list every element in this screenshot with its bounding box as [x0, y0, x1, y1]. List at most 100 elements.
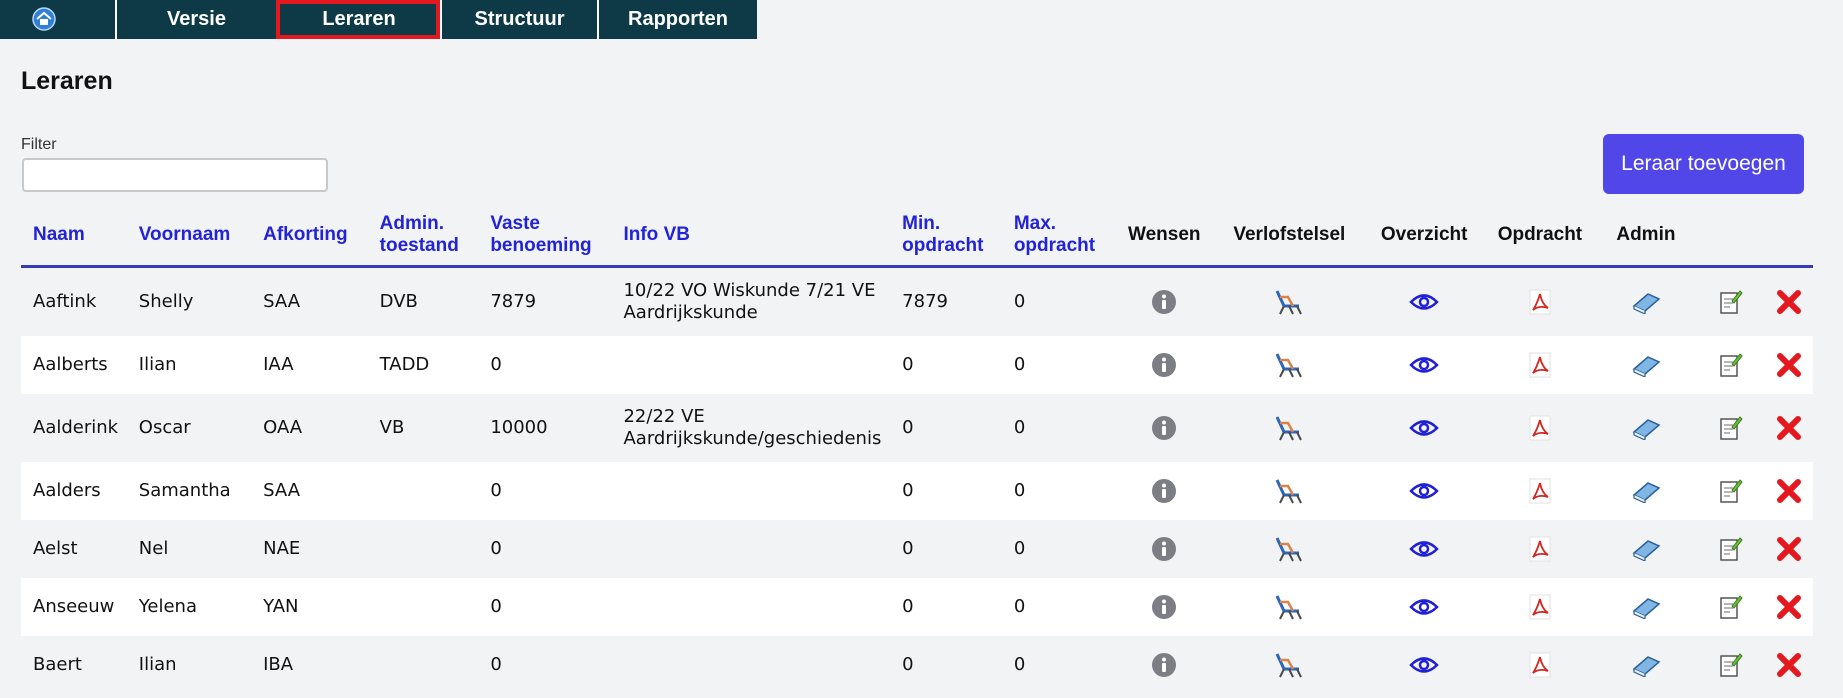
cell-opdracht: [1486, 535, 1594, 563]
header-admin-toestand[interactable]: Admin. toestand: [368, 213, 479, 257]
cell-max-opdracht: 0: [1013, 291, 1026, 312]
pdf-icon[interactable]: [1527, 651, 1553, 679]
cell-naam: Aalberts: [33, 354, 108, 375]
cell-naam: Aelst: [33, 538, 78, 559]
cell-wensen: [1113, 478, 1217, 504]
pdf-icon[interactable]: [1527, 288, 1553, 316]
book-icon[interactable]: [1631, 595, 1661, 619]
eye-icon[interactable]: [1409, 596, 1439, 618]
delete-icon[interactable]: [1776, 652, 1802, 678]
nav-tab-structuur[interactable]: Structuur: [440, 0, 597, 39]
cell-verlofstelsel: [1216, 535, 1363, 563]
edit-icon[interactable]: [1719, 536, 1743, 562]
nav-tab-leraren[interactable]: Leraren: [276, 0, 440, 39]
eye-icon[interactable]: [1409, 654, 1439, 676]
cell-delete: [1764, 652, 1813, 678]
cell-afkorting: OAA: [263, 417, 303, 438]
table-row: Aalberts Ilian IAA TADD 0 0 0: [21, 336, 1813, 394]
info-icon[interactable]: [1151, 289, 1177, 315]
pdf-icon[interactable]: [1527, 477, 1553, 505]
book-icon[interactable]: [1631, 353, 1661, 377]
beach-chair-icon[interactable]: [1273, 288, 1305, 316]
header-naam[interactable]: Naam: [21, 224, 127, 246]
cell-voornaam: Yelena: [138, 596, 197, 617]
cell-admin: [1594, 595, 1698, 619]
book-icon[interactable]: [1631, 537, 1661, 561]
cell-afkorting: NAE: [263, 538, 301, 559]
info-icon[interactable]: [1151, 478, 1177, 504]
header-max-opdracht[interactable]: Max. opdracht: [1002, 213, 1113, 257]
add-teacher-button[interactable]: Leraar toevoegen: [1603, 134, 1804, 194]
cell-overzicht: [1363, 417, 1486, 439]
delete-icon[interactable]: [1776, 478, 1802, 504]
cell-min-opdracht: 0: [902, 417, 914, 438]
cell-naam: Aaftink: [33, 291, 97, 312]
delete-icon[interactable]: [1776, 289, 1802, 315]
info-icon[interactable]: [1151, 415, 1177, 441]
cell-naam: Anseeuw: [33, 596, 115, 617]
pdf-icon[interactable]: [1527, 351, 1553, 379]
nav-tab-versie[interactable]: Versie: [115, 0, 276, 39]
cell-edit: [1698, 289, 1764, 315]
book-icon[interactable]: [1631, 653, 1661, 677]
pdf-icon[interactable]: [1527, 414, 1553, 442]
cell-edit: [1698, 536, 1764, 562]
edit-icon[interactable]: [1719, 478, 1743, 504]
teachers-table: Naam Voornaam Afkorting Admin. toestand …: [21, 205, 1813, 694]
cell-verlofstelsel: [1216, 651, 1363, 679]
info-icon[interactable]: [1151, 594, 1177, 620]
cell-max-opdracht: 0: [1013, 354, 1026, 375]
book-icon[interactable]: [1631, 416, 1661, 440]
delete-icon[interactable]: [1776, 352, 1802, 378]
edit-icon[interactable]: [1719, 415, 1743, 441]
edit-icon[interactable]: [1719, 289, 1743, 315]
edit-icon[interactable]: [1719, 652, 1743, 678]
eye-icon[interactable]: [1409, 538, 1439, 560]
header-vaste-benoeming[interactable]: Vaste benoeming: [478, 213, 611, 257]
beach-chair-icon[interactable]: [1273, 651, 1305, 679]
cell-info-vb: 10/22 VO Wiskunde 7/21 VE Aardrijkskunde: [623, 280, 876, 323]
cell-edit: [1698, 415, 1764, 441]
pdf-icon[interactable]: [1527, 535, 1553, 563]
delete-icon[interactable]: [1776, 415, 1802, 441]
table-row: Aelst Nel NAE 0 0 0: [21, 520, 1813, 578]
header-min-opdracht[interactable]: Min. opdracht: [890, 213, 1002, 257]
book-icon[interactable]: [1631, 290, 1661, 314]
cell-admin-toestand: DVB: [379, 291, 418, 312]
nav-home[interactable]: [0, 0, 115, 39]
cell-voornaam: Shelly: [138, 291, 194, 312]
home-icon[interactable]: [32, 7, 56, 31]
table-header: Naam Voornaam Afkorting Admin. toestand …: [21, 205, 1813, 268]
book-icon[interactable]: [1631, 479, 1661, 503]
eye-icon[interactable]: [1409, 480, 1439, 502]
cell-admin: [1594, 537, 1698, 561]
cell-min-opdracht: 7879: [902, 291, 948, 312]
header-info-vb[interactable]: Info VB: [611, 224, 890, 246]
beach-chair-icon[interactable]: [1273, 535, 1305, 563]
cell-afkorting: YAN: [263, 596, 299, 617]
delete-icon[interactable]: [1776, 536, 1802, 562]
cell-max-opdracht: 0: [1013, 654, 1026, 675]
nav-tab-rapporten[interactable]: Rapporten: [597, 0, 757, 39]
filter-input[interactable]: [22, 158, 328, 192]
eye-icon[interactable]: [1409, 417, 1439, 439]
eye-icon[interactable]: [1409, 291, 1439, 313]
cell-max-opdracht: 0: [1013, 480, 1026, 501]
edit-icon[interactable]: [1719, 594, 1743, 620]
header-voornaam[interactable]: Voornaam: [127, 224, 251, 246]
pdf-icon[interactable]: [1527, 593, 1553, 621]
info-icon[interactable]: [1151, 536, 1177, 562]
beach-chair-icon[interactable]: [1273, 477, 1305, 505]
beach-chair-icon[interactable]: [1273, 351, 1305, 379]
header-afkorting[interactable]: Afkorting: [251, 224, 368, 246]
beach-chair-icon[interactable]: [1273, 593, 1305, 621]
beach-chair-icon[interactable]: [1273, 414, 1305, 442]
edit-icon[interactable]: [1719, 352, 1743, 378]
cell-delete: [1764, 289, 1813, 315]
eye-icon[interactable]: [1409, 354, 1439, 376]
cell-verlofstelsel: [1216, 288, 1363, 316]
cell-verlofstelsel: [1216, 414, 1363, 442]
delete-icon[interactable]: [1776, 594, 1802, 620]
info-icon[interactable]: [1151, 352, 1177, 378]
info-icon[interactable]: [1151, 652, 1177, 678]
